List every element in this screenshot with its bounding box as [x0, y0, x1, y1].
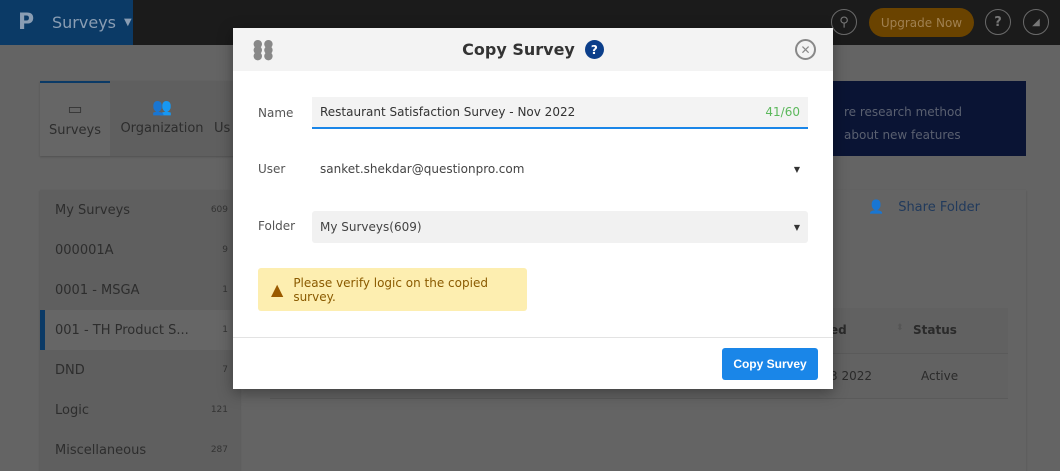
banner-line: re research method — [844, 105, 962, 119]
tab-label: Organization — [120, 121, 204, 136]
folder-item[interactable]: My Surveys 609 — [40, 190, 240, 230]
user-select[interactable]: sanket.shekdar@questionpro.com ▼ — [312, 153, 808, 185]
folder-item[interactable]: 000001A 9 — [40, 230, 240, 270]
avatar[interactable]: ◢ — [1023, 9, 1049, 35]
folder-count: 121 — [210, 405, 228, 415]
tab-organization[interactable]: 👥 Organization — [110, 81, 214, 156]
folder-count: 9 — [222, 245, 228, 255]
folder-item[interactable]: 0001 - MSGA 1 — [40, 270, 240, 310]
folder-count: 7 — [222, 365, 228, 375]
folder-item[interactable]: Miscellaneous 287 — [40, 430, 240, 470]
user-value: sanket.shekdar@questionpro.com — [320, 162, 525, 176]
folder-label: 0001 - MSGA — [55, 282, 140, 298]
cell-status: Active — [921, 369, 959, 383]
search-icon: ⚲ — [839, 14, 849, 30]
share-folder-button[interactable]: 👤 Share Folder — [868, 200, 980, 215]
folder-icon: ▭ — [67, 99, 83, 118]
folder-count: 609 — [210, 205, 228, 215]
add-user-icon: 👥 — [152, 97, 172, 116]
upgrade-button[interactable]: Upgrade Now — [869, 8, 974, 37]
app-switcher[interactable]: P Surveys ▼ — [0, 0, 133, 45]
caret-down-icon: ▼ — [124, 17, 132, 28]
warning-alert: ▲ Please verify logic on the copied surve… — [258, 268, 527, 311]
warning-text: Please verify logic on the copied survey… — [293, 275, 488, 304]
name-label: Name — [258, 106, 294, 120]
caret-down-icon: ▼ — [793, 164, 800, 174]
cell-date: 3 2022 — [830, 369, 872, 383]
folder-value: My Surveys(609) — [320, 220, 422, 234]
folder-label: 001 - TH Product S... — [55, 322, 189, 338]
banner-line: about new features — [844, 128, 961, 142]
help-icon[interactable]: ? — [584, 40, 604, 59]
folder-select[interactable]: My Surveys(609) ▼ — [312, 211, 808, 243]
folder-count: 1 — [222, 285, 228, 295]
close-icon[interactable]: ✕ — [795, 39, 816, 60]
column-header-status[interactable]: Status — [913, 323, 957, 337]
warning-icon: ▲ — [271, 280, 284, 299]
char-counter: 41/60 — [765, 105, 800, 119]
logo: P — [18, 10, 35, 35]
folder-item-selected[interactable]: 001 - TH Product S... 1 — [40, 310, 240, 350]
folder-label: Miscellaneous — [55, 442, 147, 458]
folder-count: 287 — [210, 445, 228, 455]
app-name: Surveys — [52, 13, 116, 32]
add-user-icon: 👤 — [868, 200, 885, 215]
caret-down-icon: ▼ — [793, 222, 800, 232]
folder-label: My Surveys — [55, 202, 131, 218]
copy-survey-button[interactable]: Copy Survey — [722, 348, 818, 380]
dialog-title: Copy Survey — [462, 40, 575, 59]
name-input[interactable]: Restaurant Satisfaction Survey - Nov 202… — [312, 97, 808, 129]
drag-handle-icon[interactable]: ●● ●● ●● — [253, 38, 274, 61]
tab-label: Surveys — [49, 123, 101, 138]
sort-icon[interactable]: ⬍ — [896, 323, 904, 333]
folder-item[interactable]: Logic 121 — [40, 390, 240, 430]
dialog-header: ●● ●● ●● Copy Survey ? ✕ — [233, 28, 833, 71]
folder-item[interactable]: DND 7 — [40, 350, 240, 390]
share-folder-label: Share Folder — [898, 200, 981, 215]
folder-label: 000001A — [55, 242, 114, 258]
divider — [233, 337, 833, 338]
copy-survey-dialog: ●● ●● ●● Copy Survey ? ✕ Name Restaurant S… — [233, 28, 833, 389]
promo-banner[interactable]: re research method about new features — [830, 81, 1026, 156]
name-value: Restaurant Satisfaction Survey - Nov 202… — [320, 105, 576, 119]
folder-count: 1 — [222, 325, 228, 335]
tab-label: Us — [214, 121, 231, 136]
folder-label: Logic — [55, 402, 89, 418]
tab-surveys[interactable]: ▭ Surveys — [40, 81, 110, 156]
help-button[interactable]: ? — [985, 9, 1011, 35]
nav-tabs: ▭ Surveys 👥 Organization Us — [40, 81, 240, 156]
search-button[interactable]: ⚲ — [831, 9, 857, 35]
folder-label: DND — [55, 362, 85, 378]
folder-label: Folder — [258, 219, 296, 233]
user-label: User — [258, 162, 286, 176]
folder-sidebar: My Surveys 609 000001A 9 0001 - MSGA 1 001 … — [40, 190, 240, 471]
